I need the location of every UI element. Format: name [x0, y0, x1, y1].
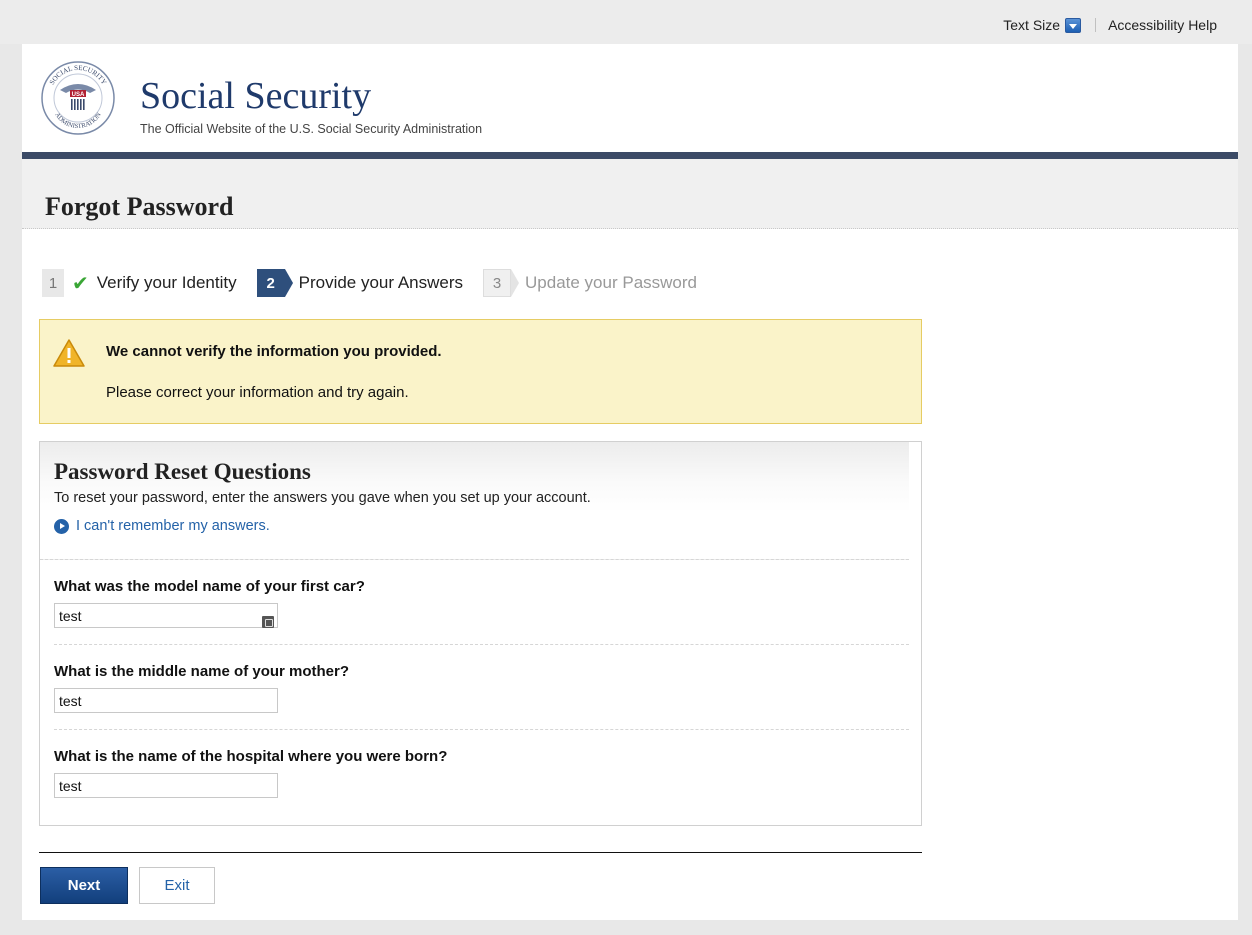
utility-divider [1095, 18, 1097, 32]
panel-title: Password Reset Questions [54, 459, 311, 484]
question-hospital: What is the name of the hospital where y… [54, 730, 909, 815]
panel-header: Password Reset Questions To reset your p… [40, 442, 909, 560]
accessibility-help-link[interactable]: Accessibility Help [1108, 17, 1217, 33]
checkmark-icon: ✔ [72, 272, 89, 295]
step-2-number: 2 [256, 269, 293, 297]
site-title[interactable]: Social Security [140, 74, 371, 118]
question-first-car: What was the model name of your first ca… [54, 560, 909, 645]
warning-icon [53, 339, 85, 367]
mother-middle-name-input[interactable] [54, 688, 278, 713]
progress-stepper: 1 ✔ Verify your Identity 2 Provide your … [42, 266, 717, 300]
step-provide-answers: 2 Provide your Answers [256, 269, 464, 297]
question-3-label: What is the name of the hospital where y… [54, 748, 448, 765]
step-verify-identity: 1 ✔ Verify your Identity [42, 269, 237, 297]
next-button[interactable]: Next [40, 867, 128, 904]
question-1-label: What was the model name of your first ca… [54, 578, 365, 595]
text-size-label[interactable]: Text Size [1003, 17, 1060, 33]
keyboard-icon[interactable] [262, 616, 274, 628]
cant-remember-label[interactable]: I can't remember my answers. [76, 518, 270, 534]
site-header: SOCIAL SECURITY ADMINISTRATION USA Socia… [22, 44, 1238, 159]
page-title: Forgot Password [45, 192, 234, 221]
site-tagline: The Official Website of the U.S. Social … [140, 122, 483, 136]
step-1-number: 1 [42, 269, 64, 297]
question-2-label: What is the middle name of your mother? [54, 663, 350, 680]
svg-text:USA: USA [72, 92, 85, 98]
question-1-input-wrap [54, 603, 278, 628]
utility-bar: Text Size Accessibility Help [0, 0, 1252, 44]
step-1-label: Verify your Identity [96, 273, 237, 292]
error-alert: We cannot verify the information you pro… [39, 319, 922, 424]
password-reset-panel: Password Reset Questions To reset your p… [39, 441, 922, 826]
cant-remember-link[interactable]: I can't remember my answers. [54, 518, 909, 534]
ssa-seal-logo[interactable]: SOCIAL SECURITY ADMINISTRATION USA [40, 60, 116, 136]
alert-message: Please correct your information and try … [106, 384, 409, 401]
hospital-input[interactable] [54, 773, 278, 798]
step-2-label: Provide your Answers [298, 273, 464, 292]
alert-title: We cannot verify the information you pro… [106, 343, 442, 360]
page-title-bar: Forgot Password [22, 159, 1238, 229]
text-size-dropdown-icon[interactable] [1065, 17, 1082, 33]
step-update-password: 3 Update your Password [483, 269, 697, 297]
action-divider [39, 852, 922, 853]
question-mother-middle-name: What is the middle name of your mother? [54, 645, 909, 730]
utility-links: Text Size Accessibility Help [1003, 17, 1217, 33]
panel-description: To reset your password, enter the answer… [54, 490, 591, 506]
step-3-number: 3 [483, 269, 520, 297]
step-3-label: Update your Password [525, 273, 697, 292]
exit-button[interactable]: Exit [139, 867, 215, 904]
page-container: SOCIAL SECURITY ADMINISTRATION USA Socia… [22, 44, 1238, 920]
first-car-input[interactable] [54, 603, 278, 628]
circle-arrow-icon [54, 518, 69, 534]
